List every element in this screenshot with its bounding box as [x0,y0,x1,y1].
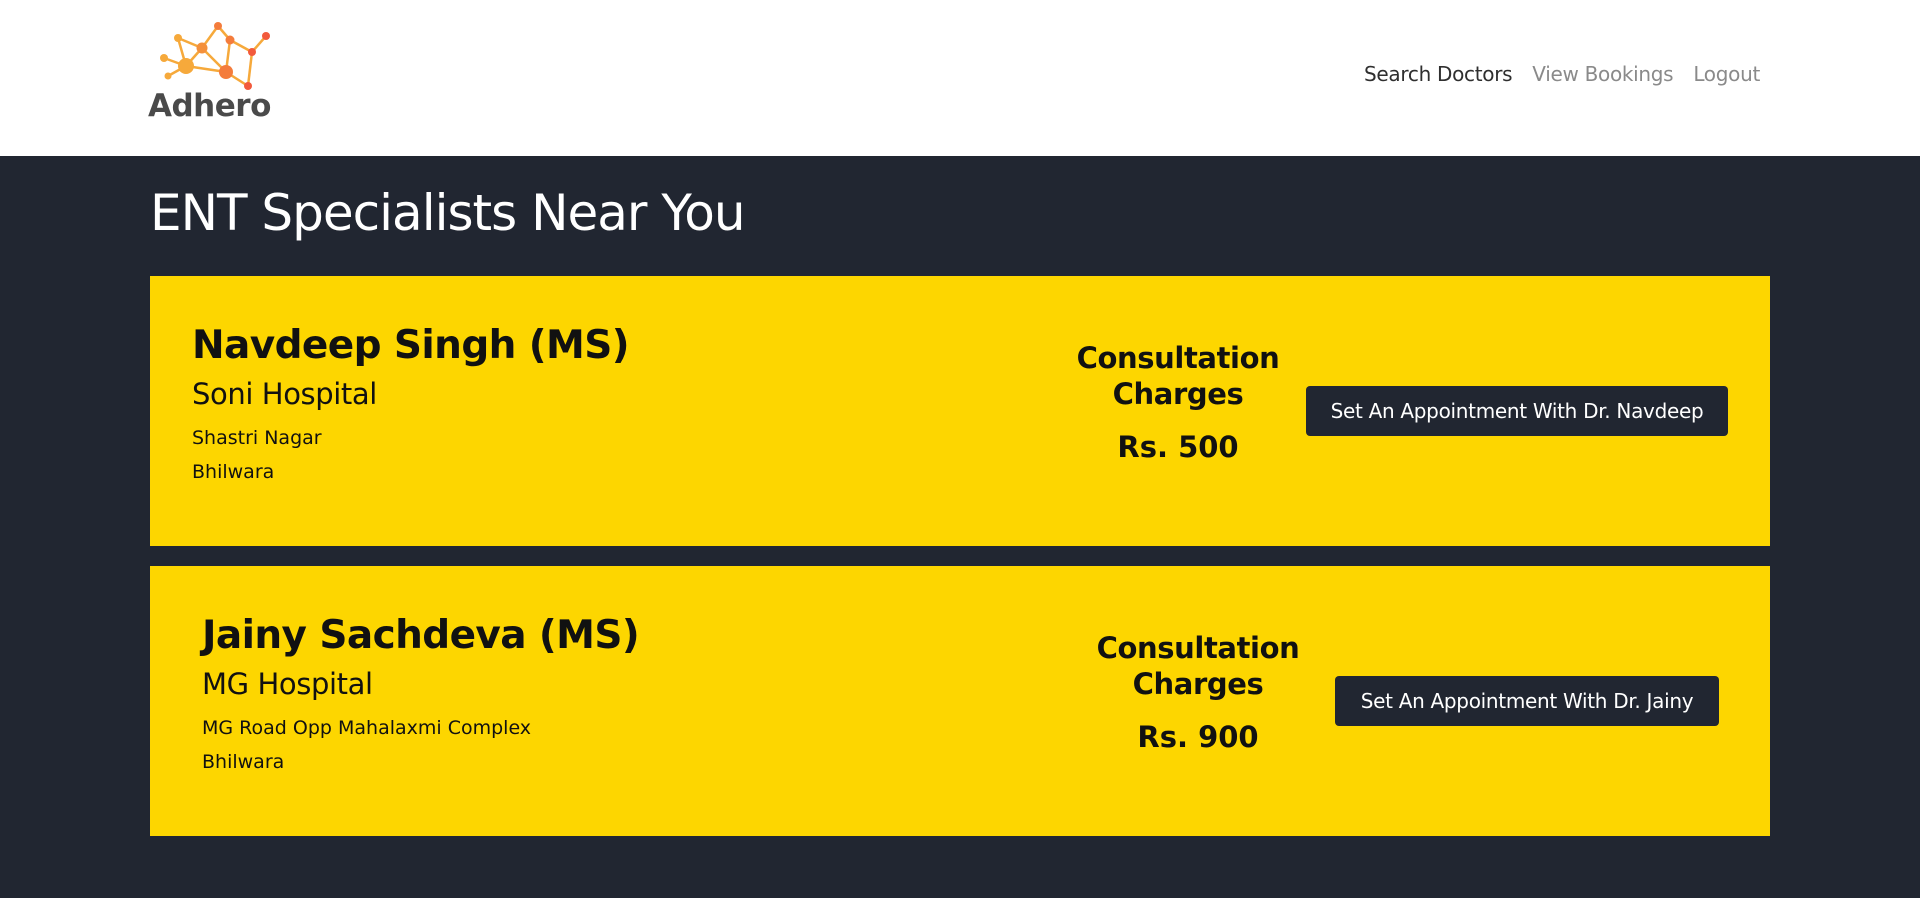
doctor-card: Jainy Sachdeva (MS) MG Hospital MG Road … [150,566,1770,836]
charges-value: Rs. 500 [1117,430,1239,464]
page-title: ENT Specialists Near You [150,184,746,242]
consultation-charges: Consultation Charges Rs. 500 [1058,340,1298,464]
navbar: Adhero Search Doctors View Bookings Logo… [0,0,1920,156]
nav-links: Search Doctors View Bookings Logout [1364,62,1760,86]
network-logo-icon [160,22,270,90]
hospital-name: MG Hospital [202,666,373,701]
set-appointment-button[interactable]: Set An Appointment With Dr. Jainy [1335,676,1719,726]
nav-search-doctors[interactable]: Search Doctors [1364,62,1513,86]
charges-value: Rs. 900 [1137,720,1259,754]
doctor-info: Jainy Sachdeva (MS) MG Hospital MG Road … [202,613,640,779]
brand-logo[interactable]: Adhero [148,22,278,124]
address-line-2: Bhilwara [192,460,275,483]
nav-view-bookings[interactable]: View Bookings [1532,62,1673,86]
charges-label: Consultation Charges [1096,631,1300,701]
nav-logout[interactable]: Logout [1693,62,1760,86]
doctor-name: Jainy Sachdeva (MS) [202,613,640,658]
brand-name: Adhero [148,88,271,124]
consultation-charges: Consultation Charges Rs. 900 [1078,630,1318,754]
address-line-2: Bhilwara [202,750,285,773]
address-line-1: Shastri Nagar [192,426,322,449]
set-appointment-button[interactable]: Set An Appointment With Dr. Navdeep [1306,386,1728,436]
hospital-name: Soni Hospital [192,376,377,411]
charges-label: Consultation Charges [1076,341,1280,411]
doctor-info: Navdeep Singh (MS) Soni Hospital Shastri… [192,323,630,489]
address-line-1: MG Road Opp Mahalaxmi Complex [202,716,532,739]
doctor-card: Navdeep Singh (MS) Soni Hospital Shastri… [150,276,1770,546]
doctor-name: Navdeep Singh (MS) [192,323,630,368]
